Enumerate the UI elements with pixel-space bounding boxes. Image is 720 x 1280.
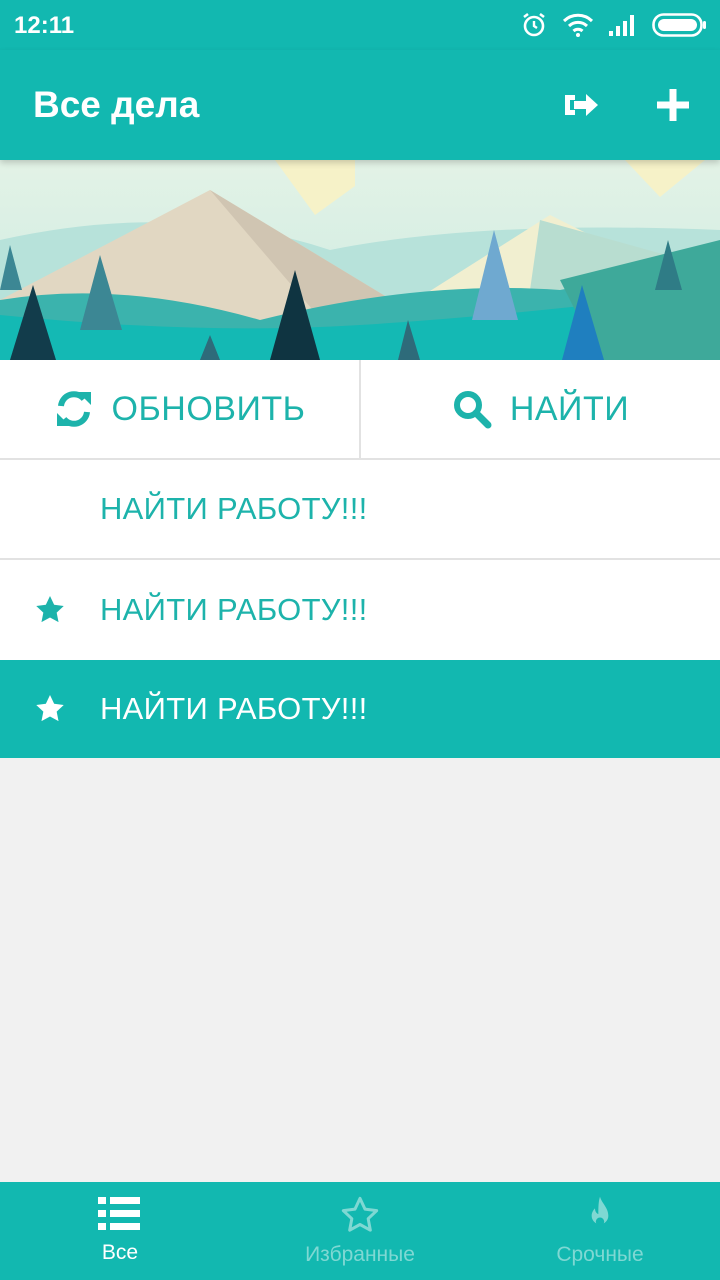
search-icon [453,391,492,429]
task-title: НАЙТИ РАБОТУ!!! [100,491,368,526]
action-row: ОБНОВИТЬ НАЙТИ [0,360,720,460]
star-icon[interactable] [0,659,100,759]
nav-tab-all[interactable]: Все [0,1182,240,1280]
search-button[interactable]: НАЙТИ [361,360,720,458]
star-outline-icon [341,1196,379,1232]
mountain-landscape-illustration [0,160,720,360]
nav-tab-urgent[interactable]: Срочные [480,1182,720,1280]
plus-icon [657,89,689,121]
alarm-icon [520,11,548,39]
add-task-button[interactable] [650,82,696,128]
list-icon [98,1197,140,1230]
task-item-selected[interactable]: НАЙТИ РАБОТУ!!! [0,660,720,758]
nav-label: Избранные [305,1243,415,1266]
status-time: 12:11 [14,12,75,39]
refresh-button[interactable]: ОБНОВИТЬ [0,360,361,458]
star-slot-empty [0,459,100,559]
signal-icon [608,13,638,37]
status-icons [520,9,708,41]
wifi-icon [562,12,594,38]
star-icon[interactable] [0,560,100,660]
nav-label: Все [101,1241,139,1264]
status-bar: 12:11 [0,0,720,50]
sign-out-icon [565,94,598,116]
search-label: НАЙТИ [509,389,630,428]
logout-button[interactable] [558,82,604,128]
flame-icon [591,1196,609,1226]
task-item[interactable]: НАЙТИ РАБОТУ!!! [0,460,720,560]
bottom-navigation: Все Избранные Срочные [0,1182,720,1280]
task-title: НАЙТИ РАБОТУ!!! [100,691,368,726]
refresh-icon [56,391,91,427]
page-title: Все дела [33,84,200,125]
nav-tab-favorites[interactable]: Избранные [240,1182,480,1280]
header-banner [0,160,720,360]
refresh-label: ОБНОВИТЬ [111,389,306,428]
task-item[interactable]: НАЙТИ РАБОТУ!!! [0,560,720,660]
task-title: НАЙТИ РАБОТУ!!! [100,592,368,627]
app-bar: Все дела [0,50,720,160]
nav-label: Срочные [556,1243,644,1266]
battery-icon [652,12,708,38]
